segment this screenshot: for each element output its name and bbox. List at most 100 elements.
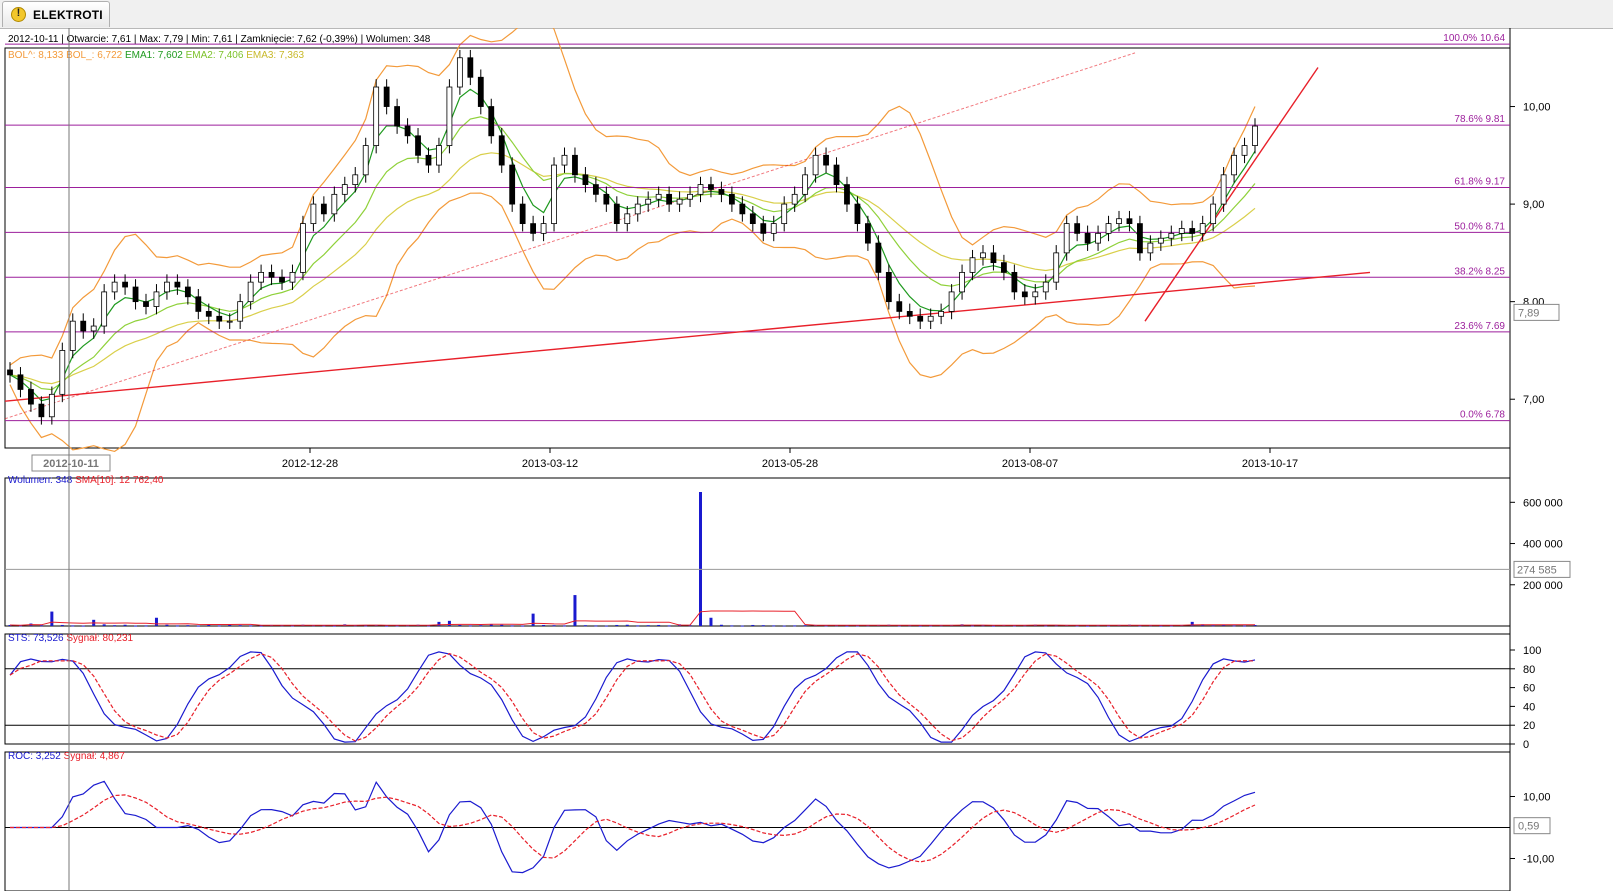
trend-line-steep (1144, 67, 1319, 322)
volume-bar (50, 611, 54, 626)
roc-legend: ROC: 3,252 Sygnał: 4,867 (8, 751, 125, 762)
volume-bar (604, 625, 608, 627)
fibonacci-levels: 100.0% 10.64 78.6% 9.81 61.8% 9.17 50.0% 8.… (5, 33, 1510, 422)
candle-body (781, 203, 788, 225)
volume-bar (249, 625, 253, 627)
volume-tick-label-0: 200 000 (1523, 580, 1563, 592)
candle-body (1001, 262, 1007, 273)
candle-body (101, 291, 108, 327)
candle-body (404, 125, 411, 137)
legend-ema2: EMA2: 7,406 (186, 50, 244, 61)
candle-body (80, 320, 87, 332)
price-axis: 7,008,009,0010,007,89 (1510, 102, 1560, 406)
candle-body (634, 203, 641, 215)
sts-label: STS: 73,526 (8, 633, 64, 644)
candle-body (477, 76, 484, 107)
candle-body (592, 184, 599, 195)
candle-body (1053, 252, 1060, 283)
candle-body (1231, 154, 1237, 176)
candle-body (959, 271, 965, 293)
candle-body (906, 311, 913, 317)
candle-body (990, 252, 997, 264)
legend-ema3: EMA3: 7,363 (246, 50, 304, 61)
price-tick-label-2: 9,00 (1523, 199, 1544, 211)
info-open: Otwarcie: 7,61 (67, 34, 132, 45)
candle-body (896, 301, 903, 312)
volume-bar (1211, 625, 1215, 627)
candle-body (69, 320, 76, 351)
volume-bar (730, 625, 734, 627)
fib-label-0: 100.0% 10.64 (1443, 33, 1505, 44)
candle-body (7, 369, 13, 376)
candle-body (540, 223, 547, 234)
volume-bar (531, 613, 535, 626)
candle-body (1199, 223, 1206, 234)
candle-body (247, 281, 254, 303)
candle-body (823, 154, 829, 166)
roc-label: ROC: 3,252 (8, 751, 61, 762)
candle-body (1137, 223, 1143, 254)
candle-body (1168, 232, 1175, 239)
volume-bar (1243, 625, 1247, 627)
candle-body (875, 242, 882, 273)
volume-bar (803, 625, 807, 627)
stock-chart[interactable]: 2012-10-11 | Otwarcie: 7,61 | Max: 7,79 … (0, 28, 1613, 891)
candle-body (1042, 281, 1049, 293)
candle-body (1241, 145, 1248, 156)
volume-bar (761, 625, 765, 627)
volume-bar (667, 625, 671, 627)
volume-bar (1232, 625, 1236, 627)
fib-label-4: 38.2% 8.25 (1454, 266, 1505, 277)
volume-bar (186, 625, 190, 627)
volume-bar (699, 492, 703, 626)
tab-elektroti[interactable]: ELEKTROTI (2, 1, 110, 27)
candle-body (812, 154, 819, 176)
candle-body (28, 389, 34, 405)
info-close: Zamknięcie: 7,62 (-0,39%) (241, 34, 358, 45)
candle-body (749, 213, 756, 225)
volume-bar (259, 625, 263, 627)
date-cursor-label: 2012-10-11 (43, 458, 99, 470)
candle-body (802, 174, 809, 195)
candle-body (718, 189, 725, 195)
volume-pane: 200 000 400 000 600 000 274 585 (5, 492, 1571, 627)
candle-body (645, 198, 652, 205)
bollinger-upper-line (9, 28, 1256, 366)
fib-label-1: 78.6% 9.81 (1454, 114, 1505, 125)
candle-body (1032, 291, 1039, 298)
candle-body (624, 213, 631, 225)
candle-body (258, 271, 264, 283)
volume-bar (71, 625, 75, 627)
candle-body (320, 203, 327, 215)
candle-body (1021, 291, 1028, 298)
candle-body (237, 301, 244, 322)
roc-line (10, 780, 1256, 874)
volume-bar (207, 624, 211, 626)
volume-bar (657, 624, 661, 626)
candle-body (582, 174, 589, 185)
volume-bar (175, 625, 179, 627)
volume-bar (385, 625, 389, 627)
volume-bar (594, 625, 598, 627)
candle-body (1095, 232, 1101, 244)
volume-bar (510, 625, 514, 627)
candle-body (613, 203, 620, 225)
candle-body (373, 86, 380, 146)
volume-bar (437, 621, 441, 626)
candle-body (59, 350, 66, 395)
volume-bar (542, 624, 546, 626)
candle-body (164, 281, 170, 293)
candle-body (728, 193, 735, 205)
candle-body (917, 315, 924, 322)
candle-body (456, 57, 463, 88)
volume-sma-line (9, 610, 1255, 626)
candle-body (885, 271, 892, 303)
volume-bar (500, 624, 504, 626)
candle-body (1074, 223, 1081, 234)
roc-current-label: 0,59 (1518, 821, 1539, 833)
volume-bar (793, 625, 797, 627)
sts-tick-label-3: 60 (1523, 683, 1535, 695)
candle-body (226, 320, 233, 323)
candle-body (770, 223, 777, 234)
volume-bar (719, 624, 723, 626)
